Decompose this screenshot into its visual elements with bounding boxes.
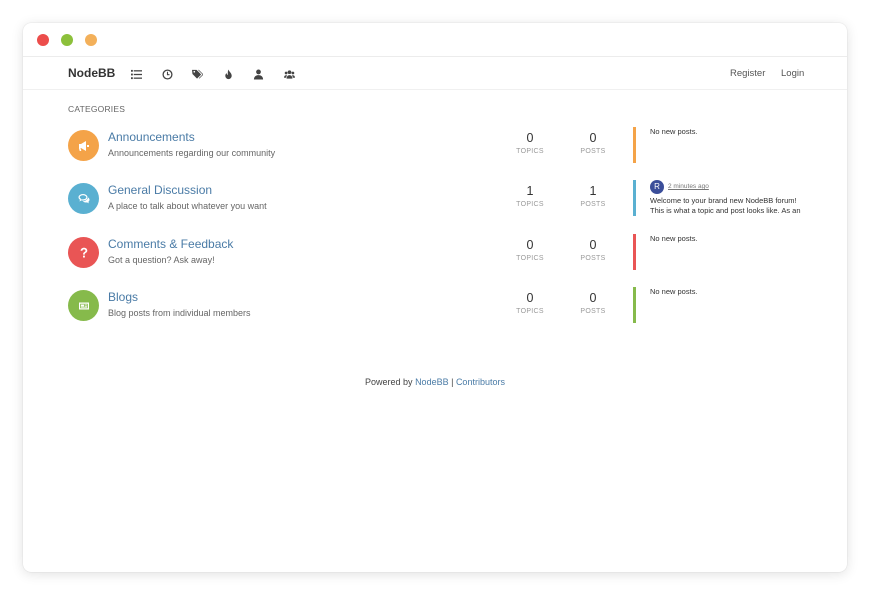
- category-color-bar: [633, 287, 636, 323]
- topics-count: 0 TOPICS: [516, 238, 544, 262]
- last-post[interactable]: R 2 minutes ago Welcome to your brand ne…: [650, 180, 820, 216]
- users-icon[interactable]: [282, 67, 296, 81]
- login-link[interactable]: Login: [781, 68, 804, 79]
- footer-separator: |: [448, 377, 456, 387]
- bullhorn-icon[interactable]: [68, 130, 99, 161]
- post-timestamp[interactable]: 2 minutes ago: [668, 182, 709, 192]
- nodebb-link[interactable]: NodeBB: [415, 377, 449, 387]
- no-posts-text: No new posts.: [650, 127, 698, 136]
- post-snippet-line: This is what a topic and post looks like…: [650, 206, 801, 215]
- register-link[interactable]: Register: [730, 68, 765, 79]
- posts-count: 0 POSTS: [580, 291, 606, 315]
- category-color-bar: [633, 180, 636, 216]
- category-row: Comments & Feedback Got a question? Ask …: [23, 234, 847, 281]
- question-icon[interactable]: [68, 237, 99, 268]
- fire-icon[interactable]: [221, 67, 235, 81]
- categories-heading: CATEGORIES: [68, 104, 126, 114]
- category-description: Blog posts from individual members: [108, 308, 251, 318]
- topics-count: 0 TOPICS: [516, 131, 544, 155]
- user-icon[interactable]: [251, 67, 265, 81]
- category-row: Announcements Announcements regarding ou…: [23, 127, 847, 174]
- category-description: A place to talk about whatever you want: [108, 201, 267, 211]
- posts-count: 1 POSTS: [580, 184, 606, 208]
- tags-icon[interactable]: [190, 67, 204, 81]
- minimize-window-button[interactable]: [85, 34, 97, 46]
- posts-count: 0 POSTS: [580, 131, 606, 155]
- browser-window: NodeBB Register Login CATEGORIES Announc…: [23, 23, 847, 572]
- zoom-window-button[interactable]: [61, 34, 73, 46]
- comments-icon[interactable]: [68, 183, 99, 214]
- avatar[interactable]: R: [650, 180, 664, 194]
- category-row: General Discussion A place to talk about…: [23, 180, 847, 227]
- no-posts-text: No new posts.: [650, 234, 698, 243]
- category-color-bar: [633, 234, 636, 270]
- newspaper-icon[interactable]: [68, 290, 99, 321]
- no-posts-text: No new posts.: [650, 287, 698, 296]
- clock-icon[interactable]: [160, 67, 174, 81]
- window-titlebar: [23, 23, 847, 57]
- last-post: No new posts.: [650, 127, 820, 137]
- powered-by-text: Powered by: [365, 377, 416, 387]
- category-description: Got a question? Ask away!: [108, 255, 215, 265]
- category-color-bar: [633, 127, 636, 163]
- category-title[interactable]: Blogs: [108, 290, 138, 304]
- posts-count: 0 POSTS: [580, 238, 606, 262]
- topics-count: 1 TOPICS: [516, 184, 544, 208]
- forum-navbar: NodeBB Register Login: [23, 57, 847, 90]
- footer: Powered by NodeBB | Contributors: [23, 377, 847, 387]
- topics-count: 0 TOPICS: [516, 291, 544, 315]
- brand-logo[interactable]: NodeBB: [68, 66, 115, 80]
- close-window-button[interactable]: [37, 34, 49, 46]
- category-title[interactable]: Comments & Feedback: [108, 237, 233, 251]
- category-title[interactable]: General Discussion: [108, 183, 212, 197]
- last-post: No new posts.: [650, 287, 820, 297]
- category-description: Announcements regarding our community: [108, 148, 276, 158]
- contributors-link[interactable]: Contributors: [456, 377, 505, 387]
- category-title[interactable]: Announcements: [108, 130, 195, 144]
- last-post: No new posts.: [650, 234, 820, 244]
- post-snippet-line: Welcome to your brand new NodeBB forum!: [650, 196, 797, 205]
- category-row: Blogs Blog posts from individual members…: [23, 287, 847, 334]
- list-icon[interactable]: [129, 67, 143, 81]
